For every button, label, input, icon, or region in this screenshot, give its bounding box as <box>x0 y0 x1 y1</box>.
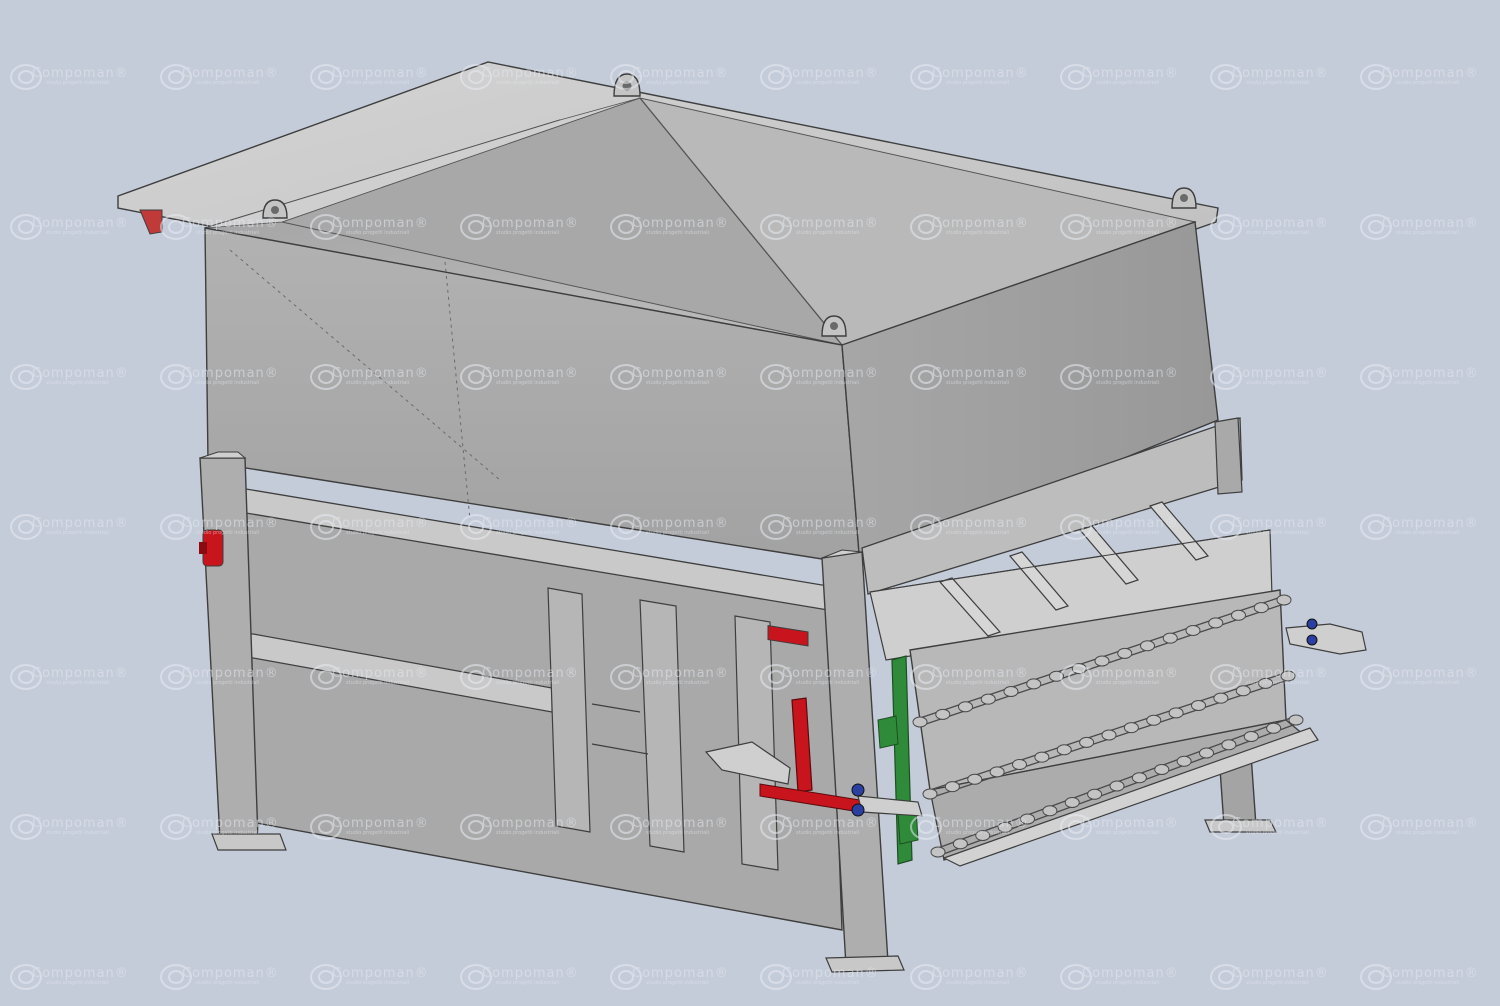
lifting-eye <box>613 73 641 97</box>
roller-link <box>1071 663 1087 675</box>
roller-link <box>1258 677 1274 689</box>
roller-link <box>1191 700 1206 711</box>
roller-link <box>1162 632 1178 644</box>
roller-link <box>975 830 991 841</box>
roller-link <box>944 781 960 793</box>
compaction-chamber <box>227 485 843 931</box>
roller-link <box>1176 755 1192 767</box>
roller-link <box>1003 686 1019 697</box>
cad-viewport: Compoman® studio progetti industriali Comp… <box>0 0 1500 1001</box>
roller-link <box>912 716 928 728</box>
roller-link <box>1087 788 1103 800</box>
roller-link <box>1243 731 1259 742</box>
lifting-eye <box>1171 187 1197 209</box>
roller-link <box>1079 736 1095 748</box>
roller-link <box>1208 617 1224 629</box>
roller-link <box>1123 722 1139 734</box>
roller-link <box>980 693 996 705</box>
roller-link <box>1253 602 1269 614</box>
roller-link <box>1117 647 1133 659</box>
roller-link <box>1213 692 1229 704</box>
roller-link <box>1168 707 1184 719</box>
roller-link <box>1026 678 1042 690</box>
roller-link <box>1235 685 1251 697</box>
roller-link <box>1199 747 1214 759</box>
door-guide <box>877 655 919 865</box>
roller-link <box>1154 764 1170 775</box>
roller-link <box>1049 670 1064 682</box>
roller-link <box>952 838 968 850</box>
roller-link <box>935 708 951 720</box>
roller-link <box>1101 729 1117 741</box>
roller-link <box>930 846 946 858</box>
roller-link <box>1288 714 1304 726</box>
roller-link <box>1056 744 1072 756</box>
lifting-eye <box>821 315 847 337</box>
roller-link <box>1131 772 1147 784</box>
roller-link <box>1020 813 1035 825</box>
roller-link <box>989 766 1005 778</box>
roller-link <box>958 701 973 713</box>
roller-link <box>1185 625 1201 636</box>
lifting-eye <box>262 199 288 219</box>
roller-link <box>1094 655 1110 667</box>
roller-link <box>1140 640 1155 652</box>
roller-link <box>1276 594 1292 606</box>
roller-link <box>1231 609 1246 621</box>
roller-link <box>997 821 1013 833</box>
roller-link <box>1280 670 1296 682</box>
roller-link <box>1221 739 1237 751</box>
roller-link <box>1109 780 1125 792</box>
roller-link <box>1012 759 1027 770</box>
roller-link <box>1064 797 1080 808</box>
roller-link <box>967 773 983 785</box>
roller-link <box>1146 714 1162 726</box>
roller-link <box>1042 805 1058 817</box>
roller-link <box>1266 722 1282 734</box>
door-latch-right <box>1285 618 1367 655</box>
roller-link <box>1034 751 1050 763</box>
compactor-3d-drawing <box>117 61 1367 973</box>
roller-link <box>922 788 938 800</box>
